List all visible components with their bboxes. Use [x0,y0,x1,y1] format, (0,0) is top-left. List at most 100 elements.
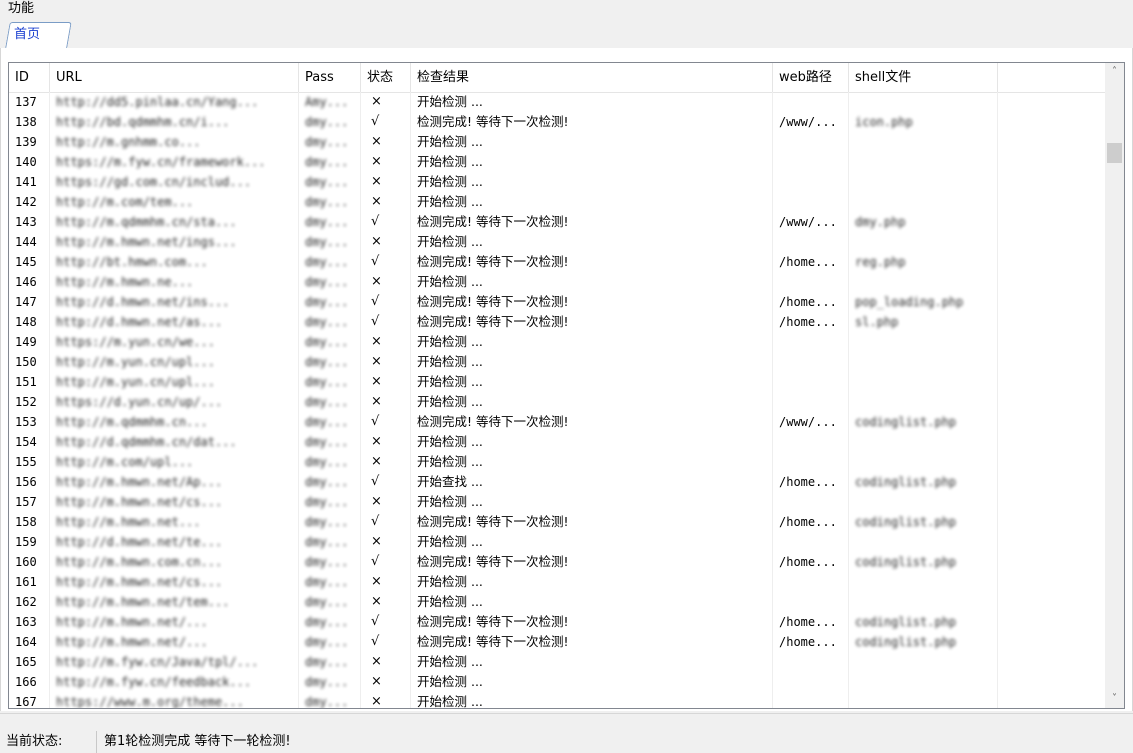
column-header-url[interactable]: URL [50,63,299,92]
cell-filler [998,452,1106,472]
cell-shell-file [849,392,998,412]
cell-shell-file [849,492,998,512]
cell-filler [998,692,1106,708]
cell-pass: dmy... [299,452,361,472]
table-row[interactable]: 139 http://m.gnhmm.co... dmy... × 开始检测 ... [9,132,1106,152]
cell-result: 开始检测 ... [411,192,773,212]
redacted-text: http://bt.hmwn.com... [56,255,208,269]
cell-web-path: /home... [773,512,849,532]
redacted-text: dmy... [305,495,349,509]
table-row[interactable]: 148 http://d.hmwn.net/as... dmy... √ 检测完成! 等… [9,312,1106,332]
cell-id: 153 [9,412,50,432]
scroll-up-icon[interactable]: ˄ [1105,63,1124,81]
cell-status: × [361,532,411,552]
column-header-web-path[interactable]: web路径 [773,63,849,92]
table-row[interactable]: 166 http://m.fyw.cn/feedback... dmy... × 开始检… [9,672,1106,692]
cell-filler [998,352,1106,372]
scroll-thumb[interactable] [1107,143,1122,163]
cell-status: √ [361,632,411,652]
cell-url: http://m.hmwn.net/cs... [50,572,299,592]
cell-id: 148 [9,312,50,332]
table-row[interactable]: 161 http://m.hmwn.net/cs... dmy... × 开始检测 ..… [9,572,1106,592]
tab-home-label: 首页 [14,27,41,42]
results-list[interactable]: ID URL Pass 状态 检查结果 web路径 shell文件 137 htt… [8,62,1107,709]
table-row[interactable]: 150 http://m.yun.cn/upl... dmy... × 开始检测 ... [9,352,1106,372]
cell-pass: dmy... [299,672,361,692]
table-row[interactable]: 149 https://m.yun.cn/we... dmy... × 开始检测 ... [9,332,1106,352]
cell-status: × [361,452,411,472]
vertical-scrollbar[interactable]: ˄ ˅ [1105,62,1125,709]
table-row[interactable]: 155 http://m.com/upl... dmy... × 开始检测 ... [9,452,1106,472]
cell-web-path [773,492,849,512]
column-header-shell-file[interactable]: shell文件 [849,63,998,92]
redacted-text: pop_loading.php [855,295,964,309]
redacted-text: http://m.hmwn.net... [56,515,201,529]
redacted-text: http://m.fyw.cn/feedback... [56,675,252,689]
cell-id: 138 [9,112,50,132]
column-header-id[interactable]: ID [9,63,50,92]
table-row[interactable]: 153 http://m.qdmmhm.cn... dmy... √ 检测完成! 等待下… [9,412,1106,432]
cell-url: http://m.gnhmm.co... [50,132,299,152]
cell-shell-file [849,232,998,252]
table-row[interactable]: 162 http://m.hmwn.net/tem... dmy... × 开始检测 .… [9,592,1106,612]
table-row[interactable]: 145 http://bt.hmwn.com... dmy... √ 检测完成! 等待下… [9,252,1106,272]
table-row[interactable]: 146 http://m.hmwn.ne... dmy... × 开始检测 ... [9,272,1106,292]
table-row[interactable]: 152 https://d.yun.cn/up/... dmy... × 开始检测 ..… [9,392,1106,412]
table-row[interactable]: 140 https://m.fyw.cn/framework... dmy... × 开… [9,152,1106,172]
cell-filler [998,272,1106,292]
menu-function[interactable]: 功能 [8,1,34,17]
cell-status: √ [361,412,411,432]
table-row[interactable]: 142 http://m.com/tem... dmy... × 开始检测 ... [9,192,1106,212]
cell-web-path: /home... [773,552,849,572]
table-row[interactable]: 158 http://m.hmwn.net... dmy... √ 检测完成! 等待下一… [9,512,1106,532]
table-row[interactable]: 164 http://m.hmwn.net/... dmy... √ 检测完成! 等待下… [9,632,1106,652]
table-row[interactable]: 160 http://m.hmwn.com.cn... dmy... √ 检测完成! 等… [9,552,1106,572]
redacted-text: dmy... [305,295,349,309]
cell-web-path [773,132,849,152]
table-row[interactable]: 159 http://d.hmwn.net/te... dmy... × 开始检测 ..… [9,532,1106,552]
cell-filler [998,592,1106,612]
table-row[interactable]: 138 http://bd.qdmmhm.cn/i... dmy... √ 检测完成! … [9,112,1106,132]
cell-url: http://m.hmwn.net... [50,512,299,532]
table-row[interactable]: 144 http://m.hmwn.net/ings... dmy... × 开始检测 … [9,232,1106,252]
cell-pass: Amy... [299,92,361,112]
redacted-text: dmy... [305,315,349,329]
table-row[interactable]: 141 https://gd.com.cn/includ... dmy... × 开始检… [9,172,1106,192]
cell-result: 开始检测 ... [411,672,773,692]
cell-result: 开始检测 ... [411,152,773,172]
cell-shell-file [849,352,998,372]
redacted-text: codinglist.php [855,515,957,529]
table-row[interactable]: 137 http://dd5.pinlaa.cn/Yang... Amy... × 开始… [9,92,1106,112]
cell-shell-file [849,432,998,452]
table-row[interactable]: 151 http://m.yun.cn/upl... dmy... × 开始检测 ... [9,372,1106,392]
table-row[interactable]: 167 https://www.m.org/theme... dmy... × 开始检测… [9,692,1106,708]
redacted-text: https://d.yun.cn/up/... [56,395,223,409]
cell-shell-file: pop_loading.php [849,292,998,312]
cell-id: 157 [9,492,50,512]
table-row[interactable]: 157 http://m.hmwn.net/cs... dmy... × 开始检测 ..… [9,492,1106,512]
table-row[interactable]: 163 http://m.hmwn.net/... dmy... √ 检测完成! 等待下… [9,612,1106,632]
redacted-text: http://d.hmwn.net/ins... [56,295,230,309]
column-header-pass[interactable]: Pass [299,63,361,92]
redacted-text: codinglist.php [855,475,957,489]
tab-bar: 首页 [0,18,1133,66]
table-row[interactable]: 147 http://d.hmwn.net/ins... dmy... √ 检测完成! … [9,292,1106,312]
cell-url: https://d.yun.cn/up/... [50,392,299,412]
table-row[interactable]: 165 http://m.fyw.cn/Java/tpl/... dmy... × 开始… [9,652,1106,672]
table-row[interactable]: 154 http://d.qdmmhm.cn/dat... dmy... × 开始检测 … [9,432,1106,452]
column-header-result[interactable]: 检查结果 [411,63,773,92]
column-header-status[interactable]: 状态 [361,63,411,92]
table-row[interactable]: 156 http://m.hmwn.net/Ap... dmy... √ 开始查找 ..… [9,472,1106,492]
cell-shell-file: codinglist.php [849,472,998,492]
cell-filler [998,332,1106,352]
redacted-text: http://m.hmwn.net/tem... [56,595,230,609]
cell-id: 167 [9,692,50,708]
cell-web-path [773,432,849,452]
cell-url: https://www.m.org/theme... [50,692,299,708]
cell-web-path: /www/... [773,412,849,432]
table-row[interactable]: 143 http://m.qdmmhm.cn/sta... dmy... √ 检测完成!… [9,212,1106,232]
cell-id: 162 [9,592,50,612]
scroll-down-icon[interactable]: ˅ [1105,690,1124,708]
cell-web-path [773,692,849,708]
cell-url: http://m.hmwn.net/cs... [50,492,299,512]
